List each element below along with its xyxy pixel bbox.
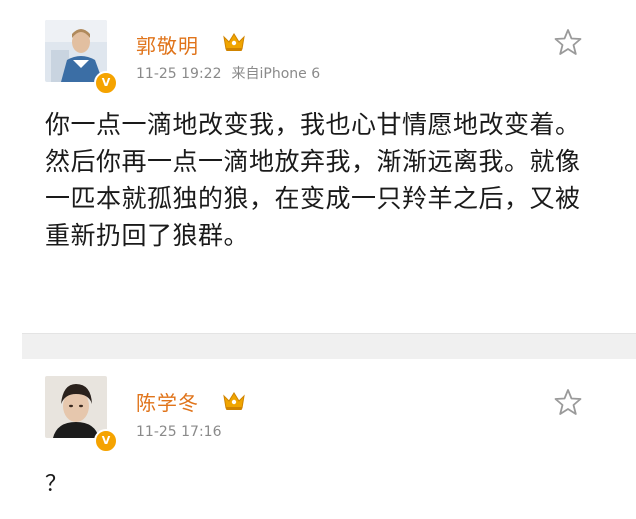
post-1: V 郭敬明 11-25 19:22 来自iPhone 6 你一点一滴地改变我，我也… xyxy=(0,0,636,333)
post-content: 你一点一滴地改变我，我也心甘情愿地改变着。然后你再一点一滴地放弃我，渐渐远离我。… xyxy=(45,110,581,250)
verified-badge-icon: V xyxy=(94,71,118,95)
post-source[interactable]: 来自iPhone 6 xyxy=(231,66,320,82)
star-icon[interactable] xyxy=(554,28,582,56)
post-meta: 11-25 19:22 来自iPhone 6 xyxy=(136,63,320,83)
post-time: 11-25 19:22 xyxy=(136,66,222,82)
post-divider xyxy=(22,333,636,359)
username[interactable]: 陈学冬 xyxy=(136,387,199,416)
post-content: ？ xyxy=(45,472,68,497)
star-icon[interactable] xyxy=(554,388,582,416)
post-2: V 陈学冬 11-25 17:16 ？ xyxy=(0,358,636,519)
username[interactable]: 郭敬明 xyxy=(136,30,199,59)
post-time: 11-25 17:16 xyxy=(136,424,222,440)
post-meta: 11-25 17:16 xyxy=(136,424,221,440)
vip-crown-icon xyxy=(223,392,245,410)
vip-crown-icon xyxy=(223,33,245,51)
avatar[interactable] xyxy=(45,376,107,438)
verified-badge-icon: V xyxy=(94,429,118,453)
